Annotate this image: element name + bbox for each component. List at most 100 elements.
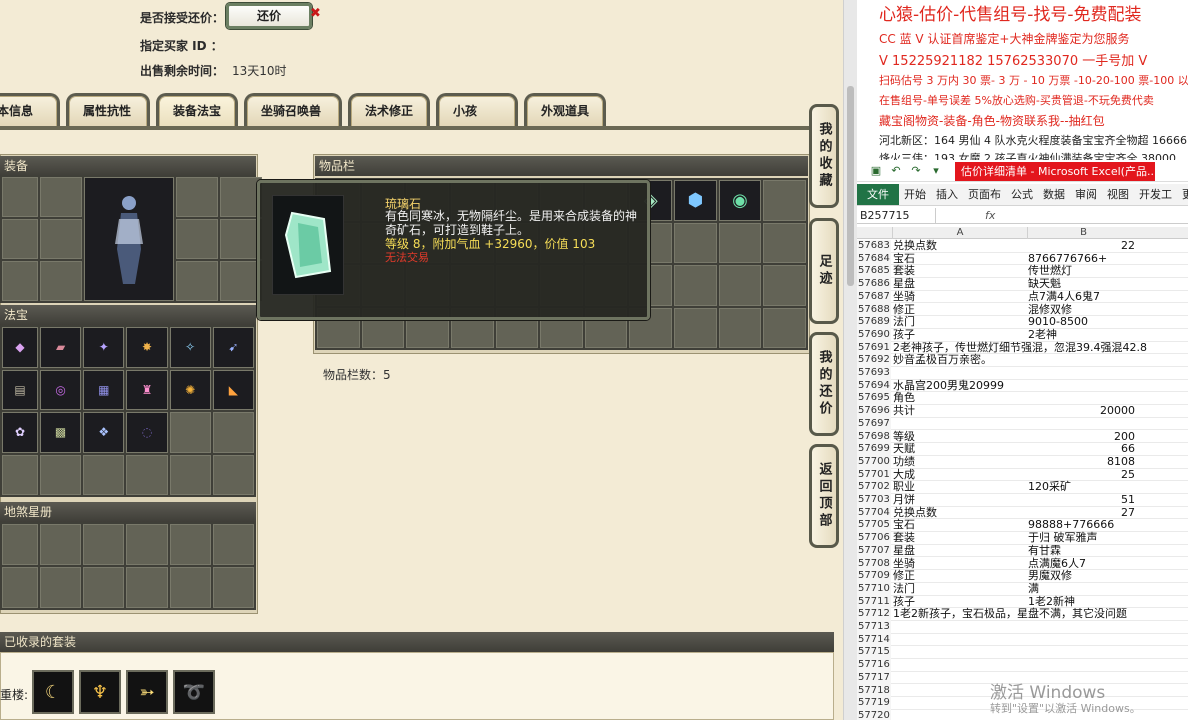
undo-icon[interactable]: ↶ <box>889 164 903 178</box>
excel-save-icon[interactable]: ▣ <box>869 164 883 178</box>
sheet-row[interactable]: 57716 <box>857 659 1188 672</box>
row-number[interactable]: 57709 <box>857 570 891 583</box>
cell-a[interactable]: 水晶宫200男鬼20999 <box>892 379 1188 393</box>
dizhen-slot[interactable] <box>169 524 211 565</box>
scrollbar-thumb[interactable] <box>847 86 854 286</box>
row-number[interactable]: 57706 <box>857 532 891 545</box>
sheet-row[interactable]: 57714 <box>857 633 1188 647</box>
row-number[interactable]: 57697 <box>857 417 891 431</box>
fx-icon[interactable]: fx <box>985 208 995 224</box>
fabao-item[interactable]: ◆ <box>2 327 38 368</box>
row-number[interactable]: 57684 <box>857 252 891 266</box>
cell-b[interactable]: 缺天魁 <box>1027 277 1137 291</box>
fabao-item[interactable]: ❖ <box>83 412 125 453</box>
row-number[interactable]: 57714 <box>857 633 891 647</box>
row-number[interactable]: 57688 <box>857 303 891 317</box>
sheet-row[interactable]: 57715 <box>857 646 1188 660</box>
inventory-slot[interactable] <box>763 180 806 221</box>
row-number[interactable]: 57683 <box>857 240 891 253</box>
equip-slot[interactable] <box>40 177 82 217</box>
row-number[interactable]: 57702 <box>857 481 891 494</box>
row-number[interactable]: 57710 <box>857 582 891 596</box>
cell-a[interactable]: 月饼 <box>892 493 1026 507</box>
ribbon-tab-layout[interactable]: 页面布 <box>963 184 1006 205</box>
equip-slot[interactable] <box>2 219 38 259</box>
customize-icon[interactable]: ▾ <box>929 164 943 178</box>
cell-a[interactable]: 共计 <box>892 404 1026 418</box>
cell-b[interactable]: 满 <box>1027 582 1137 596</box>
fabao-slot[interactable] <box>169 412 211 453</box>
sheet-row[interactable]: 57710 法门满 <box>857 582 1188 596</box>
tab-attributes[interactable]: 属性抗性 <box>66 93 150 127</box>
cell-a[interactable]: 坐骑 <box>892 290 1026 304</box>
cell-b[interactable]: 8108 <box>1027 455 1137 469</box>
row-number[interactable]: 57687 <box>857 290 891 304</box>
tab-spells[interactable]: 法术修正 <box>348 93 430 127</box>
fabao-item[interactable]: ▦ <box>83 369 125 410</box>
fabao-item[interactable]: ✺ <box>169 369 211 410</box>
inventory-slot[interactable] <box>763 307 806 348</box>
sheet-row[interactable]: 57693 <box>857 367 1188 380</box>
fabao-item[interactable]: ▩ <box>40 412 82 453</box>
suit-item[interactable]: ➰ <box>173 670 215 714</box>
cell-a[interactable]: 星盘 <box>892 544 1026 558</box>
cell-b[interactable]: 9010-8500 <box>1027 315 1137 329</box>
row-number[interactable]: 57698 <box>857 430 891 444</box>
equip-slot[interactable] <box>176 261 218 301</box>
row-number[interactable]: 57718 <box>857 684 891 698</box>
fabao-item[interactable]: ✦ <box>83 327 125 368</box>
dizhen-slot[interactable] <box>126 567 168 608</box>
tab-appearance[interactable]: 外观道具 <box>524 93 606 127</box>
fabao-item[interactable]: ♜ <box>126 369 168 410</box>
row-number[interactable]: 57695 <box>857 392 891 406</box>
ribbon-tab-data[interactable]: 数据 <box>1038 184 1070 205</box>
cell-a[interactable]: 妙音孟极百万亲密。 <box>892 354 1188 367</box>
row-number[interactable]: 57699 <box>857 443 891 456</box>
inventory-slot[interactable] <box>674 265 717 306</box>
fabao-item[interactable]: ➹ <box>212 327 254 368</box>
sheet-row[interactable]: 57692 妙音孟极百万亲密。 <box>857 354 1188 367</box>
dizhen-slot[interactable] <box>212 524 254 565</box>
column-header-b[interactable]: B <box>1027 227 1139 239</box>
page-scrollbar[interactable] <box>843 0 857 720</box>
column-header-a[interactable]: A <box>892 227 1027 239</box>
cell-b[interactable]: 于归 破军雅声 <box>1027 531 1137 545</box>
cell-b[interactable]: 22 <box>1027 239 1137 253</box>
dizhen-slot[interactable] <box>2 524 38 565</box>
tab-mounts-pets[interactable]: 坐骑召唤兽 <box>244 93 342 127</box>
sheet-row[interactable]: 57697 <box>857 417 1188 431</box>
inventory-slot[interactable] <box>674 222 717 263</box>
cell-b[interactable]: 有甘霖 <box>1027 544 1137 558</box>
row-number[interactable]: 57703 <box>857 494 891 507</box>
sheet-row[interactable]: 57689 法门 9010-8500 <box>857 315 1188 329</box>
cell-b[interactable]: 2老神 <box>1027 328 1137 342</box>
ribbon-tab-view[interactable]: 视图 <box>1102 184 1134 205</box>
inventory-slot[interactable] <box>674 307 717 348</box>
cell-a[interactable]: 套装 <box>892 531 1026 545</box>
row-number[interactable]: 57693 <box>857 367 891 380</box>
fabao-slot[interactable] <box>83 454 125 495</box>
name-box[interactable]: B257715 <box>858 208 936 224</box>
row-number[interactable]: 57701 <box>857 468 891 482</box>
dizhen-slot[interactable] <box>40 567 82 608</box>
sheet-row[interactable]: 57703 月饼 51 <box>857 493 1188 507</box>
back-to-top-button[interactable]: 返回顶部 <box>809 444 839 548</box>
cell-a[interactable]: 1老2新孩子，宝石极品，星盘不满，其它没问题 <box>892 608 1188 621</box>
row-number[interactable]: 57712 <box>857 608 891 621</box>
dizhen-slot[interactable] <box>126 524 168 565</box>
redo-icon[interactable]: ↷ <box>909 164 923 178</box>
sheet-row[interactable]: 57713 <box>857 621 1188 634</box>
row-number[interactable]: 57685 <box>857 265 891 279</box>
row-number[interactable]: 57720 <box>857 709 891 720</box>
sheet-row[interactable]: 57712 1老2新孩子，宝石极品，星盘不满，其它没问题 <box>857 608 1188 621</box>
sheet-row[interactable]: 57707 星盘 有甘霖 <box>857 544 1188 558</box>
row-number[interactable]: 57707 <box>857 544 891 558</box>
dizhen-slot[interactable] <box>169 567 211 608</box>
suit-item[interactable]: ♆ <box>79 670 121 714</box>
row-number[interactable]: 57690 <box>857 328 891 342</box>
sheet-row[interactable]: 57706 套装 于归 破军雅声 <box>857 531 1188 545</box>
cell-a[interactable]: 星盘 <box>892 277 1026 291</box>
ribbon-tab-home[interactable]: 开始 <box>899 184 931 205</box>
my-favorites-button[interactable]: 我的收藏 <box>809 104 839 208</box>
sheet-row[interactable]: 57699 天赋 66 <box>857 442 1188 456</box>
